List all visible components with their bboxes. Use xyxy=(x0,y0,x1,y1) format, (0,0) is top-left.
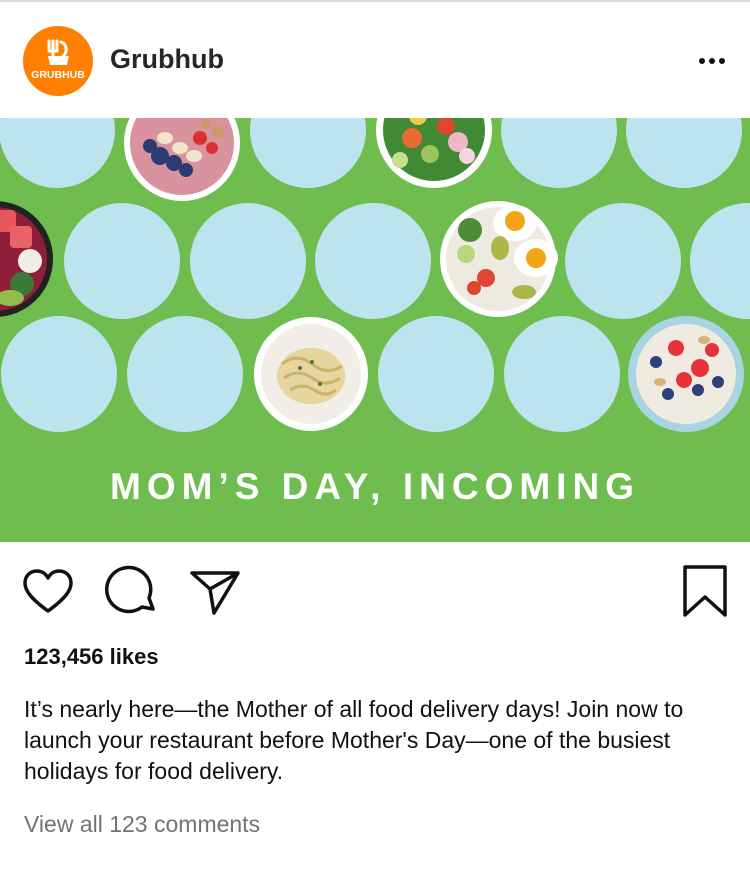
avatar-text: GRUBHUB xyxy=(31,69,85,81)
view-comments-link[interactable]: View all 123 comments xyxy=(24,811,260,838)
bookmark-icon[interactable] xyxy=(678,565,734,621)
post-header: GRUBHUB Grubhub xyxy=(0,2,750,118)
salad-bowl xyxy=(376,118,492,188)
post-caption: It’s nearly here—the Mother of all food … xyxy=(24,696,684,784)
more-options-icon[interactable] xyxy=(690,46,734,76)
paper-plane-icon[interactable] xyxy=(188,565,244,621)
image-caption: MOM’S DAY, INCOMING xyxy=(110,466,640,507)
like-count[interactable]: 123,456 likes xyxy=(24,644,159,670)
post-image: MOM’S DAY, INCOMING xyxy=(0,118,750,542)
comment-icon[interactable] xyxy=(104,565,160,621)
pasta-plate xyxy=(254,317,368,431)
heart-icon[interactable] xyxy=(20,565,76,621)
oatmeal-with-berries xyxy=(628,316,744,432)
grubhub-logo: GRUBHUB xyxy=(31,39,85,81)
smoothie-bowl xyxy=(124,118,240,201)
eggs-and-salad-plate xyxy=(440,201,558,317)
avatar[interactable]: GRUBHUB xyxy=(23,26,93,96)
account-name[interactable]: Grubhub xyxy=(110,44,224,75)
poke-bowl xyxy=(0,201,53,317)
action-bar xyxy=(0,555,750,625)
